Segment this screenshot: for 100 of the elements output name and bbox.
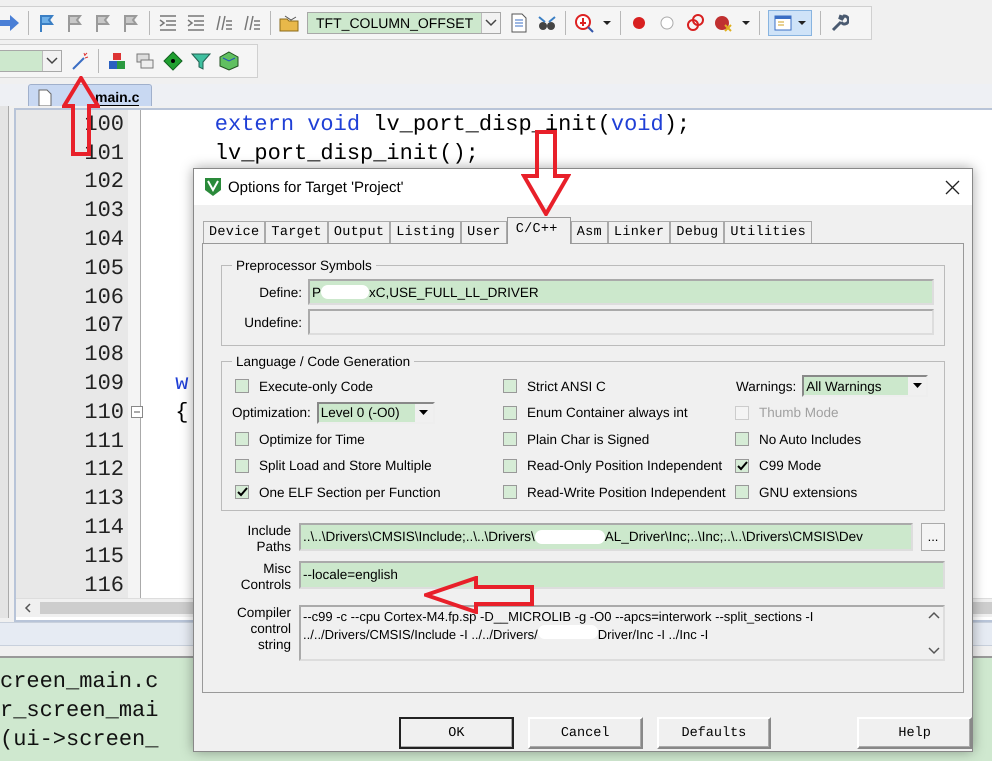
line-number: 102: [83, 169, 124, 194]
tab[interactable]: Listing: [390, 221, 462, 243]
dropdown-arrow-icon: [912, 383, 922, 390]
package-icon[interactable]: [219, 51, 239, 71]
line-number: 114: [83, 515, 124, 540]
scroll-up-icon[interactable]: [928, 610, 940, 620]
code-keyword: w: [174, 371, 188, 396]
folder-icon[interactable]: [279, 13, 299, 33]
line-number: 104: [83, 227, 124, 252]
checkbox[interactable]: Plain Char is Signed: [500, 426, 732, 452]
indent-icon[interactable]: [158, 13, 178, 33]
line-number: 106: [83, 284, 124, 310]
undefine-field[interactable]: [308, 309, 934, 335]
dropdown[interactable]: All Warnings: [802, 375, 928, 398]
field-label: Include Paths: [246, 522, 291, 554]
breakpoint-clear-icon[interactable]: [713, 13, 734, 33]
output-line: r_screen_mai: [0, 696, 158, 725]
line-number: 103: [83, 198, 124, 224]
checkbox[interactable]: Read-Only Position Independent: [500, 452, 732, 479]
scroll-down-icon[interactable]: [928, 646, 940, 654]
window-button[interactable]: [768, 10, 812, 36]
checkbox[interactable]: Optimize for Time: [232, 426, 500, 452]
diamond-icon[interactable]: [163, 51, 183, 71]
checkbox[interactable]: No Auto Includes: [732, 426, 934, 452]
line-number: 112: [83, 457, 124, 482]
arrow-icon[interactable]: [0, 13, 20, 33]
tab[interactable]: C/C++: [506, 217, 571, 244]
bookmark-icon[interactable]: [121, 13, 141, 33]
checkbox[interactable]: Read-Write Position Independent: [500, 479, 732, 506]
line-number: 109: [83, 371, 124, 396]
window-icon: [773, 13, 794, 33]
collapse-icon[interactable]: [131, 406, 143, 418]
target-select[interactable]: TFT_COLUMN_OFFSET: [307, 12, 502, 34]
tab[interactable]: Output: [328, 221, 390, 243]
checkbox[interactable]: GNU extensions: [732, 479, 934, 506]
line-number: 107: [83, 313, 124, 338]
line-number: 115: [83, 544, 124, 569]
line-number: 108: [83, 342, 124, 368]
funnel-icon[interactable]: [191, 51, 211, 71]
include-paths-field[interactable]: ..\..\Drivers\CMSIS\Include;..\..\Drivers\ AL_Driver\Inc;..\Inc;..\..\Drivers\CMSIS\Dev: [299, 522, 913, 550]
compiler-string-field[interactable]: --c99 -c --cpu Cortex-M4.fp.sp -D__MICROLIB -g -O0 --apcs=interwork --split_sections -I ../../Drivers/CMSIS/Include -I ../../Drivers/ Driver/Inc -I ../Inc -I: [299, 604, 945, 660]
field-label: Define:: [258, 284, 302, 300]
dialog-button[interactable]: Defaults: [656, 717, 772, 749]
magic-wand-icon[interactable]: [70, 51, 90, 71]
comment-icon[interactable]: [214, 13, 234, 33]
dialog-button[interactable]: Help: [857, 717, 972, 749]
caret-icon: [797, 20, 808, 26]
indent-icon[interactable]: [186, 13, 206, 33]
app-icon: [204, 177, 222, 197]
windows-icon[interactable]: [135, 51, 155, 71]
caret-icon[interactable]: [741, 20, 752, 26]
dialog-button[interactable]: OK: [399, 717, 514, 749]
tab[interactable]: User: [461, 221, 507, 243]
document-icon[interactable]: [509, 13, 530, 33]
code-text: {: [174, 400, 188, 425]
group-title: Language / Code Generation: [235, 354, 412, 369]
dropdown-arrow-icon: [419, 410, 428, 416]
tab[interactable]: Debug: [670, 221, 724, 243]
checkbox[interactable]: One ELF Section per Function: [232, 479, 500, 506]
checkbox[interactable]: C99 Mode: [732, 452, 934, 479]
line-number: 110: [83, 400, 124, 425]
close-icon: [944, 180, 960, 194]
tab[interactable]: Target: [265, 221, 328, 243]
bookmark-icon[interactable]: [93, 13, 113, 33]
line-number: 111: [83, 428, 124, 454]
field-label: Optimization:: [232, 405, 311, 420]
define-field[interactable]: P xC,USE_FULL_LL_DRIVER: [308, 279, 934, 305]
field-label: Undefine:: [243, 314, 302, 330]
dropdown[interactable]: Level 0 (-O0): [316, 402, 435, 424]
field-label: Misc Controls: [240, 560, 291, 592]
checkbox[interactable]: Execute-only Code: [232, 373, 500, 400]
check-icon: [236, 487, 248, 498]
bookmark-icon[interactable]: [37, 13, 57, 33]
checkbox[interactable]: Enum Container always int: [500, 400, 732, 426]
caret-icon[interactable]: [602, 20, 612, 26]
browse-button[interactable]: ...: [921, 522, 945, 550]
checkbox[interactable]: Split Load and Store Multiple: [232, 452, 500, 479]
field-label: Warnings:: [736, 378, 796, 394]
tab[interactable]: Device: [203, 221, 266, 243]
checkbox[interactable]: Strict ANSI C: [500, 373, 732, 400]
output-line: creen_main.c: [0, 668, 158, 696]
dialog-title: Options for Target 'Project': [228, 178, 405, 196]
check-icon: [736, 460, 748, 471]
blocks-icon[interactable]: [107, 51, 127, 71]
rings-icon[interactable]: [685, 13, 706, 33]
tab[interactable]: Asm: [570, 221, 608, 243]
dialog-button[interactable]: Cancel: [528, 717, 642, 749]
bookmark-icon[interactable]: [65, 13, 85, 33]
code-keyword: extern void: [214, 112, 360, 137]
comment-icon[interactable]: [242, 13, 262, 33]
line-number: 105: [83, 256, 124, 281]
misc-controls-field[interactable]: --locale=english: [299, 560, 945, 588]
file-icon: [37, 88, 53, 106]
code-keyword: void: [610, 112, 664, 137]
line-number: 113: [83, 486, 124, 512]
tab[interactable]: Linker: [608, 221, 670, 243]
settings-icon[interactable]: [829, 13, 850, 33]
tab[interactable]: Utilities: [724, 221, 812, 243]
line-number: 116: [83, 572, 124, 598]
line-number: 101: [83, 140, 124, 166]
